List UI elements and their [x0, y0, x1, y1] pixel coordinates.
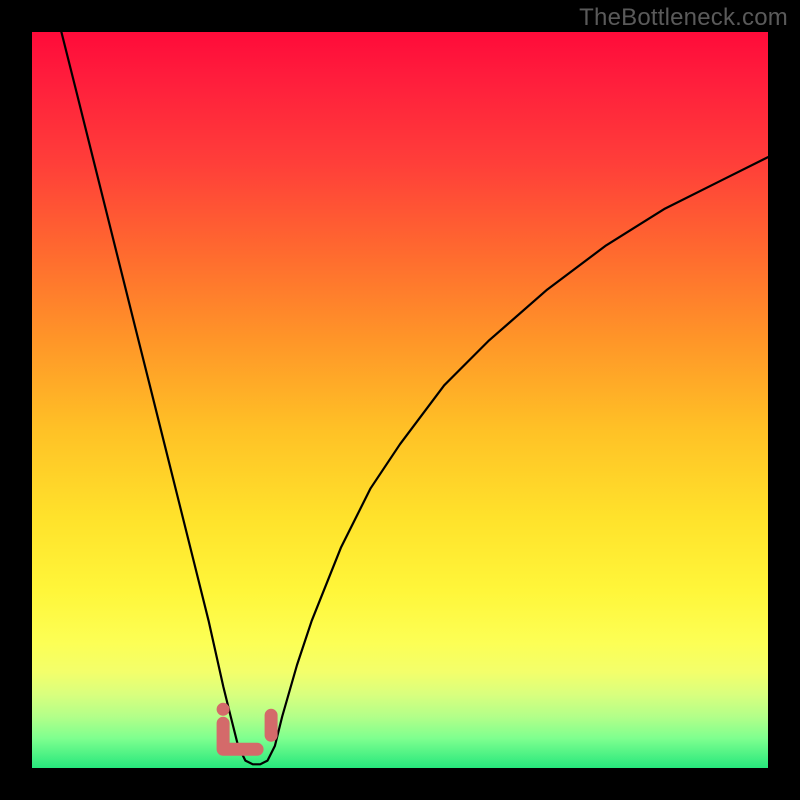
chart-frame: TheBottleneck.com	[0, 0, 800, 800]
bottleneck-curve	[61, 32, 768, 764]
minimum-marker-icon	[217, 703, 272, 750]
watermark-text: TheBottleneck.com	[579, 4, 788, 32]
plot-area	[32, 32, 768, 768]
curve-svg	[32, 32, 768, 768]
